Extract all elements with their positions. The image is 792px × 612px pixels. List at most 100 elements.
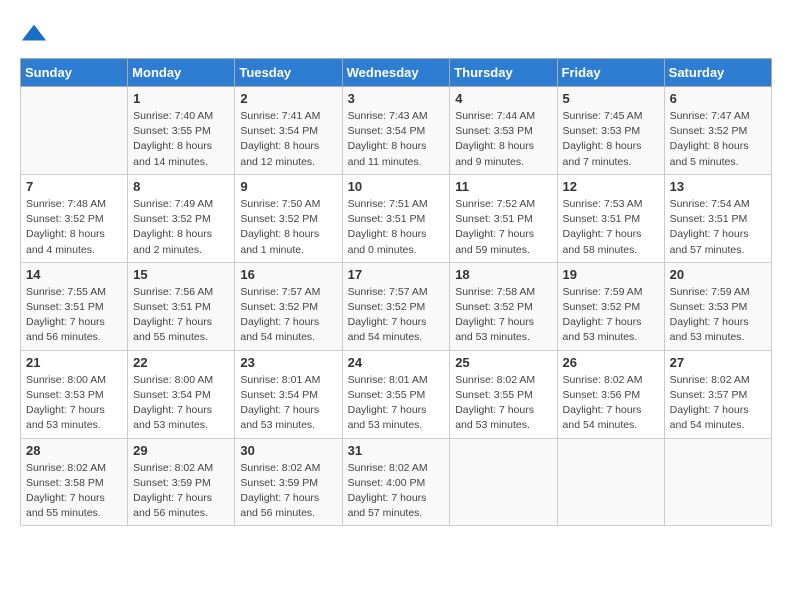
calendar-cell <box>664 438 771 526</box>
day-number: 25 <box>455 355 551 370</box>
day-number: 13 <box>670 179 766 194</box>
day-header-monday: Monday <box>128 59 235 87</box>
day-info: Sunrise: 7:56 AM Sunset: 3:51 PM Dayligh… <box>133 285 229 346</box>
page-header <box>20 20 772 48</box>
calendar-cell <box>557 438 664 526</box>
day-number: 1 <box>133 91 229 106</box>
day-info: Sunrise: 8:01 AM Sunset: 3:54 PM Dayligh… <box>240 373 336 434</box>
day-info: Sunrise: 7:43 AM Sunset: 3:54 PM Dayligh… <box>348 109 445 170</box>
day-number: 19 <box>563 267 659 282</box>
day-number: 24 <box>348 355 445 370</box>
calendar-cell: 24 Sunrise: 8:01 AM Sunset: 3:55 PM Dayli… <box>342 350 450 438</box>
day-number: 26 <box>563 355 659 370</box>
day-info: Sunrise: 7:47 AM Sunset: 3:52 PM Dayligh… <box>670 109 766 170</box>
day-info: Sunrise: 8:01 AM Sunset: 3:55 PM Dayligh… <box>348 373 445 434</box>
calendar-week-5: 28 Sunrise: 8:02 AM Sunset: 3:58 PM Dayli… <box>21 438 772 526</box>
calendar-cell: 12 Sunrise: 7:53 AM Sunset: 3:51 PM Dayli… <box>557 174 664 262</box>
calendar-cell: 23Sunrise: 8:01 AM Sunset: 3:54 PM Dayli… <box>235 350 342 438</box>
day-header-thursday: Thursday <box>450 59 557 87</box>
day-info: Sunrise: 7:55 AM Sunset: 3:51 PM Dayligh… <box>26 285 122 346</box>
calendar-table: SundayMondayTuesdayWednesdayThursdayFrid… <box>20 58 772 526</box>
calendar-cell: 2 Sunrise: 7:41 AM Sunset: 3:54 PM Daylig… <box>235 87 342 175</box>
calendar-week-1: 1 Sunrise: 7:40 AM Sunset: 3:55 PM Daylig… <box>21 87 772 175</box>
day-info: Sunrise: 8:02 AM Sunset: 3:58 PM Dayligh… <box>26 461 122 522</box>
day-info: Sunrise: 8:02 AM Sunset: 3:59 PM Dayligh… <box>240 461 336 522</box>
day-info: Sunrise: 8:02 AM Sunset: 3:59 PM Dayligh… <box>133 461 229 522</box>
day-info: Sunrise: 7:59 AM Sunset: 3:52 PM Dayligh… <box>563 285 659 346</box>
day-number: 5 <box>563 91 659 106</box>
calendar-cell: 16 Sunrise: 7:57 AM Sunset: 3:52 PM Dayli… <box>235 262 342 350</box>
calendar-cell: 21 Sunrise: 8:00 AM Sunset: 3:53 PM Dayli… <box>21 350 128 438</box>
calendar-week-4: 21 Sunrise: 8:00 AM Sunset: 3:53 PM Dayli… <box>21 350 772 438</box>
day-info: Sunrise: 8:02 AM Sunset: 3:55 PM Dayligh… <box>455 373 551 434</box>
day-info: Sunrise: 8:02 AM Sunset: 3:57 PM Dayligh… <box>670 373 766 434</box>
day-number: 4 <box>455 91 551 106</box>
day-number: 30 <box>240 443 336 458</box>
day-info: Sunrise: 7:50 AM Sunset: 3:52 PM Dayligh… <box>240 197 336 258</box>
day-info: Sunrise: 7:52 AM Sunset: 3:51 PM Dayligh… <box>455 197 551 258</box>
day-number: 8 <box>133 179 229 194</box>
calendar-cell <box>450 438 557 526</box>
calendar-cell: 19 Sunrise: 7:59 AM Sunset: 3:52 PM Dayli… <box>557 262 664 350</box>
day-number: 2 <box>240 91 336 106</box>
day-number: 22 <box>133 355 229 370</box>
calendar-cell: 11 Sunrise: 7:52 AM Sunset: 3:51 PM Dayli… <box>450 174 557 262</box>
day-number: 21 <box>26 355 122 370</box>
day-info: Sunrise: 7:44 AM Sunset: 3:53 PM Dayligh… <box>455 109 551 170</box>
day-info: Sunrise: 7:59 AM Sunset: 3:53 PM Dayligh… <box>670 285 766 346</box>
calendar-cell: 8 Sunrise: 7:49 AM Sunset: 3:52 PM Daylig… <box>128 174 235 262</box>
day-header-sunday: Sunday <box>21 59 128 87</box>
calendar-cell: 1 Sunrise: 7:40 AM Sunset: 3:55 PM Daylig… <box>128 87 235 175</box>
calendar-cell: 7 Sunrise: 7:48 AM Sunset: 3:52 PM Daylig… <box>21 174 128 262</box>
calendar-cell <box>21 87 128 175</box>
day-number: 28 <box>26 443 122 458</box>
day-info: Sunrise: 7:49 AM Sunset: 3:52 PM Dayligh… <box>133 197 229 258</box>
day-info: Sunrise: 8:02 AM Sunset: 3:56 PM Dayligh… <box>563 373 659 434</box>
day-info: Sunrise: 7:40 AM Sunset: 3:55 PM Dayligh… <box>133 109 229 170</box>
calendar-cell: 17 Sunrise: 7:57 AM Sunset: 3:52 PM Dayli… <box>342 262 450 350</box>
calendar-cell: 25 Sunrise: 8:02 AM Sunset: 3:55 PM Dayli… <box>450 350 557 438</box>
day-info: Sunrise: 8:00 AM Sunset: 3:53 PM Dayligh… <box>26 373 122 434</box>
calendar-cell: 13 Sunrise: 7:54 AM Sunset: 3:51 PM Dayli… <box>664 174 771 262</box>
day-header-friday: Friday <box>557 59 664 87</box>
day-info: Sunrise: 7:58 AM Sunset: 3:52 PM Dayligh… <box>455 285 551 346</box>
day-number: 11 <box>455 179 551 194</box>
calendar-header-row: SundayMondayTuesdayWednesdayThursdayFrid… <box>21 59 772 87</box>
calendar-cell: 18 Sunrise: 7:58 AM Sunset: 3:52 PM Dayli… <box>450 262 557 350</box>
calendar-cell: 31Sunrise: 8:02 AM Sunset: 4:00 PM Dayli… <box>342 438 450 526</box>
logo <box>20 20 52 48</box>
day-info: Sunrise: 7:51 AM Sunset: 3:51 PM Dayligh… <box>348 197 445 258</box>
day-number: 27 <box>670 355 766 370</box>
day-header-saturday: Saturday <box>664 59 771 87</box>
logo-icon <box>20 20 48 48</box>
day-number: 14 <box>26 267 122 282</box>
day-number: 29 <box>133 443 229 458</box>
day-number: 7 <box>26 179 122 194</box>
calendar-week-2: 7 Sunrise: 7:48 AM Sunset: 3:52 PM Daylig… <box>21 174 772 262</box>
day-number: 31 <box>348 443 445 458</box>
calendar-body: 1 Sunrise: 7:40 AM Sunset: 3:55 PM Daylig… <box>21 87 772 526</box>
day-number: 15 <box>133 267 229 282</box>
day-number: 17 <box>348 267 445 282</box>
day-info: Sunrise: 7:57 AM Sunset: 3:52 PM Dayligh… <box>348 285 445 346</box>
day-info: Sunrise: 8:00 AM Sunset: 3:54 PM Dayligh… <box>133 373 229 434</box>
day-number: 20 <box>670 267 766 282</box>
day-number: 9 <box>240 179 336 194</box>
calendar-cell: 30 Sunrise: 8:02 AM Sunset: 3:59 PM Dayli… <box>235 438 342 526</box>
day-info: Sunrise: 7:48 AM Sunset: 3:52 PM Dayligh… <box>26 197 122 258</box>
calendar-cell: 10Sunrise: 7:51 AM Sunset: 3:51 PM Dayli… <box>342 174 450 262</box>
day-number: 16 <box>240 267 336 282</box>
day-info: Sunrise: 7:41 AM Sunset: 3:54 PM Dayligh… <box>240 109 336 170</box>
calendar-cell: 5Sunrise: 7:45 AM Sunset: 3:53 PM Daylig… <box>557 87 664 175</box>
day-info: Sunrise: 7:54 AM Sunset: 3:51 PM Dayligh… <box>670 197 766 258</box>
day-number: 18 <box>455 267 551 282</box>
day-info: Sunrise: 7:57 AM Sunset: 3:52 PM Dayligh… <box>240 285 336 346</box>
calendar-cell: 9 Sunrise: 7:50 AM Sunset: 3:52 PM Daylig… <box>235 174 342 262</box>
calendar-cell: 22 Sunrise: 8:00 AM Sunset: 3:54 PM Dayli… <box>128 350 235 438</box>
calendar-cell: 28 Sunrise: 8:02 AM Sunset: 3:58 PM Dayli… <box>21 438 128 526</box>
day-number: 3 <box>348 91 445 106</box>
calendar-cell: 15 Sunrise: 7:56 AM Sunset: 3:51 PM Dayli… <box>128 262 235 350</box>
day-info: Sunrise: 7:53 AM Sunset: 3:51 PM Dayligh… <box>563 197 659 258</box>
calendar-week-3: 14 Sunrise: 7:55 AM Sunset: 3:51 PM Dayli… <box>21 262 772 350</box>
day-number: 12 <box>563 179 659 194</box>
